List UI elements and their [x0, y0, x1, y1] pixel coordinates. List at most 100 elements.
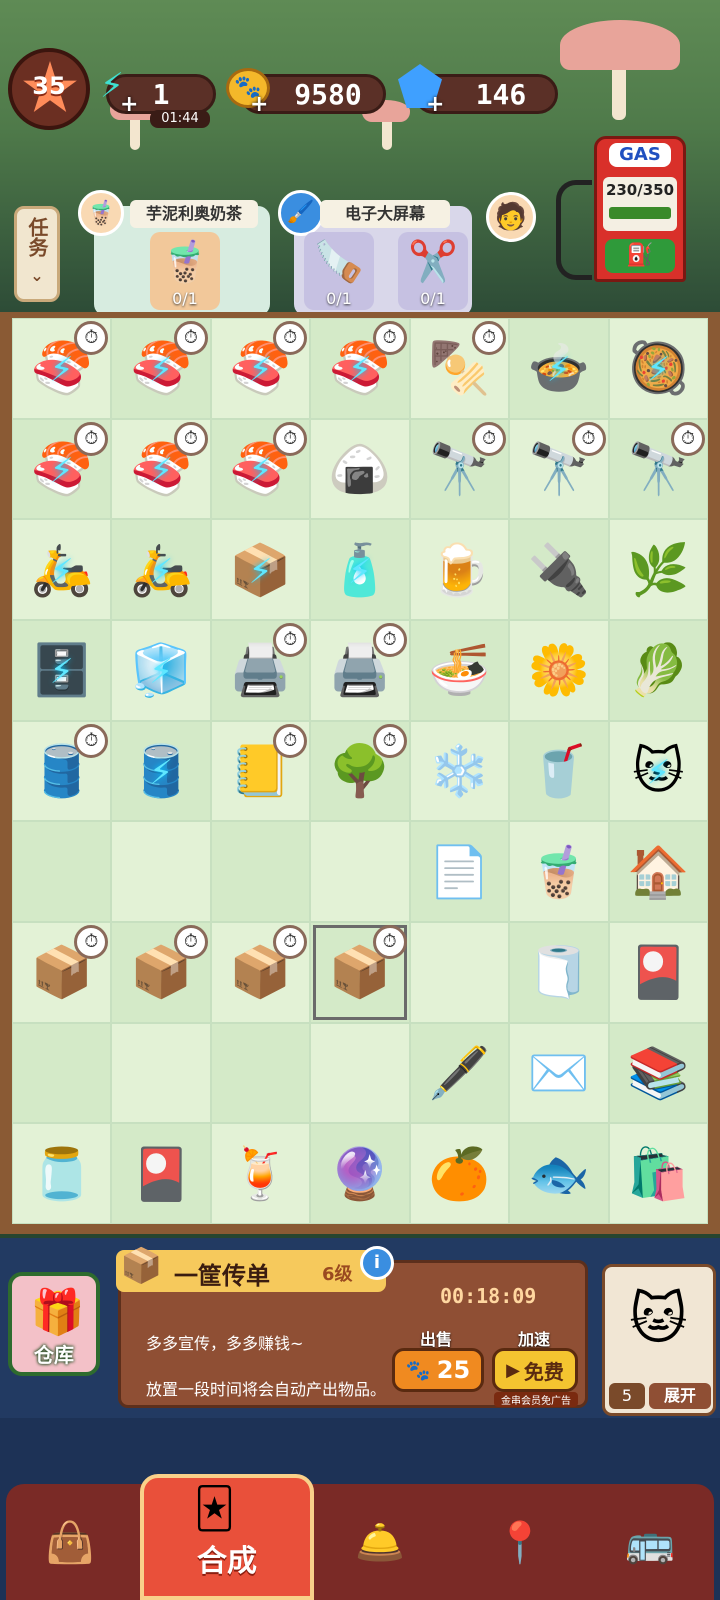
- paper-sheet-icon[interactable]: 🧻: [528, 947, 590, 997]
- board-cell[interactable]: 🍲 ⚡: [509, 318, 609, 419]
- board-cell[interactable]: 🛍️: [608, 1123, 708, 1224]
- board-cell[interactable]: 🎴: [111, 1123, 211, 1224]
- board-cell[interactable]: ❄️: [409, 720, 510, 822]
- flyer-cards-icon[interactable]: 🎴: [627, 947, 689, 997]
- player-level-badge[interactable]: 35: [8, 48, 90, 130]
- board-cell[interactable]: 🍜: [409, 619, 510, 721]
- flyer-cards-icon[interactable]: 🎴: [130, 1149, 192, 1199]
- board-cell[interactable]: 🥬: [608, 619, 708, 721]
- tasks-tab[interactable]: 任务 ⌄: [14, 206, 60, 302]
- add-energy-icon[interactable]: +: [120, 94, 138, 116]
- board-cell[interactable]: 🖋️: [409, 1022, 510, 1124]
- order-item-slot[interactable]: ✂️ 0/1: [398, 232, 468, 310]
- board-cell[interactable]: ✉️: [509, 1022, 609, 1124]
- board-cell[interactable]: 🖨️ ⏱: [310, 619, 410, 721]
- board-cell[interactable]: 📚: [608, 1022, 708, 1124]
- board-cell[interactable]: [111, 821, 211, 922]
- board-cell[interactable]: 🌳 ⏱: [310, 720, 410, 822]
- board-cell[interactable]: 📒 ⏱: [210, 720, 311, 822]
- board-cell[interactable]: 🫙: [12, 1123, 112, 1224]
- nav-shop-bag[interactable]: 👜: [10, 1484, 130, 1600]
- fish-figure-icon[interactable]: 🐟: [528, 1149, 590, 1199]
- board-cell[interactable]: 🐟: [509, 1123, 609, 1224]
- board-cell[interactable]: 🔭 ⏱: [608, 418, 708, 520]
- orange-juice-icon[interactable]: 🍊: [428, 1149, 490, 1199]
- board-cell[interactable]: 🍢 ⏱: [409, 318, 510, 419]
- board-cell[interactable]: 🔮: [310, 1123, 410, 1224]
- board-cell[interactable]: 🛵 ⚡: [12, 519, 112, 620]
- side-panel[interactable]: 🐱 5 展开: [602, 1264, 716, 1416]
- board-cell[interactable]: 🌼: [509, 619, 609, 721]
- board-cell[interactable]: 🍣 ⚡ ⏱: [210, 418, 311, 520]
- customer-avatar[interactable]: 🧑: [486, 192, 536, 242]
- info-icon[interactable]: i: [360, 1246, 394, 1280]
- flower-icon[interactable]: 🌼: [528, 645, 590, 695]
- paper-stack-icon[interactable]: 📚: [627, 1048, 689, 1098]
- shopping-bag-icon[interactable]: 🛍️: [627, 1149, 689, 1199]
- board-cell[interactable]: [310, 821, 410, 922]
- board-cell[interactable]: [12, 1022, 112, 1124]
- sell-button[interactable]: 🐾 25: [392, 1348, 484, 1392]
- board-cell[interactable]: 🧻: [509, 921, 609, 1023]
- order-item-slot[interactable]: 🧋 0/1: [150, 232, 220, 310]
- nav-restaurant[interactable]: 🛎️: [320, 1484, 440, 1600]
- purple-drink-icon[interactable]: 🥤: [528, 746, 590, 796]
- board-cell[interactable]: 🔭 ⏱: [409, 418, 510, 520]
- board-cell[interactable]: 🍣 ⚡ ⏱: [12, 318, 112, 419]
- expand-button[interactable]: 展开: [649, 1383, 711, 1409]
- board-cell[interactable]: 🔌: [509, 519, 609, 620]
- board-cell[interactable]: 🥤: [509, 720, 609, 822]
- fuel-can-icon[interactable]: ⛽: [605, 239, 675, 273]
- board-cell[interactable]: 🛢️ ⏱: [12, 720, 112, 822]
- board-cell[interactable]: 🍣 ⚡ ⏱: [111, 318, 211, 419]
- board-cell[interactable]: 🗄️ ⚡: [12, 619, 112, 721]
- noodle-bowl-icon[interactable]: 🍜: [428, 645, 490, 695]
- board-cell[interactable]: [210, 821, 311, 922]
- board-cell[interactable]: 🍣 ⚡ ⏱: [12, 418, 112, 520]
- gas-pump[interactable]: GAS 230/350 ⛽: [594, 136, 686, 282]
- board-cell[interactable]: 🐱 ⚡: [608, 720, 708, 822]
- board-cell[interactable]: 🥘 ⚡: [608, 318, 708, 419]
- board-cell[interactable]: 📦 ⏱: [12, 921, 112, 1023]
- board-cell[interactable]: [210, 1022, 311, 1124]
- board-cell[interactable]: 🌿: [608, 519, 708, 620]
- board-cell[interactable]: 🍣 ⚡ ⏱: [210, 318, 311, 419]
- board-cell[interactable]: [409, 921, 510, 1023]
- board-cell[interactable]: 🔭 ⏱: [509, 418, 609, 520]
- sushi-roll-icon[interactable]: 🍙: [329, 444, 391, 494]
- board-cell[interactable]: 📦 ⚡: [210, 519, 311, 620]
- board-cell[interactable]: 🏠: [608, 821, 708, 922]
- board-cell[interactable]: 🍺: [409, 519, 510, 620]
- board-cell[interactable]: 🛵 ⚡: [111, 519, 211, 620]
- berry-drink-icon[interactable]: 🍹: [229, 1149, 291, 1199]
- crystal-ball-icon[interactable]: 🔮: [329, 1149, 391, 1199]
- board-cell[interactable]: 🍊: [409, 1123, 510, 1224]
- board-cell[interactable]: [12, 821, 112, 922]
- nav-map[interactable]: 📍: [460, 1484, 580, 1600]
- board-cell[interactable]: 📦 ⏱: [111, 921, 211, 1023]
- order-item-slot[interactable]: 🪚 0/1: [304, 232, 374, 310]
- board-cell[interactable]: 🛢️ ⚡: [111, 720, 211, 822]
- board-cell[interactable]: 🍣 ⚡ ⏱: [310, 318, 410, 419]
- herbs-board-icon[interactable]: 🌿: [627, 545, 689, 595]
- warehouse-button[interactable]: 🎁 仓库: [8, 1272, 100, 1376]
- board-cell[interactable]: 🧊 ⚡: [111, 619, 211, 721]
- board-cell[interactable]: 🧋: [509, 821, 609, 922]
- plug-icon[interactable]: 🔌: [528, 545, 590, 595]
- snowflake-icon[interactable]: ❄️: [428, 746, 490, 796]
- board-cell[interactable]: 📄: [409, 821, 510, 922]
- jam-jar-icon[interactable]: 🫙: [31, 1149, 93, 1199]
- paper-plane-icon[interactable]: 📄: [428, 847, 490, 897]
- board-cell[interactable]: 🍹: [210, 1123, 311, 1224]
- board-cell[interactable]: 🍣 ⚡ ⏱: [111, 418, 211, 520]
- cabbage-icon[interactable]: 🥬: [627, 645, 689, 695]
- speed-up-button[interactable]: ▶ 免费: [492, 1348, 578, 1392]
- board-cell[interactable]: 📦 ⏱: [210, 921, 311, 1023]
- add-coin-icon[interactable]: +: [250, 94, 268, 116]
- board-cell[interactable]: 🖨️ ⏱: [210, 619, 311, 721]
- board-cell[interactable]: 🍙: [310, 418, 410, 520]
- beer-glass-icon[interactable]: 🍺: [428, 545, 490, 595]
- board-cell[interactable]: [310, 1022, 410, 1124]
- board-cell[interactable]: [111, 1022, 211, 1124]
- board-cell[interactable]: 🎴: [608, 921, 708, 1023]
